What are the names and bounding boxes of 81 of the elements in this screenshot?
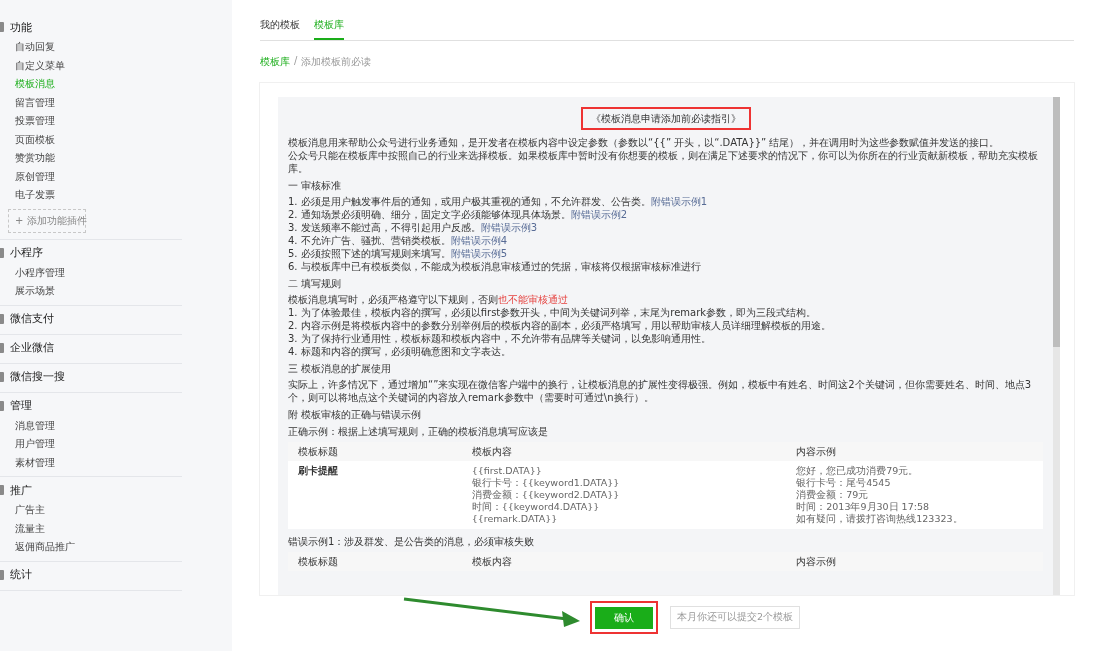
table-header: 内容示例 bbox=[786, 552, 1043, 571]
table-cell-line: 如有疑问，请拨打咨询热线123323。 bbox=[796, 513, 964, 525]
rule-item: 4. 标题和内容的撰写，必须明确意图和文字表达。 bbox=[288, 345, 512, 358]
section-icon bbox=[0, 371, 4, 382]
section-heading: 三 模板消息的扩展使用 bbox=[288, 362, 393, 375]
table-cell-line: 消费金额：79元 bbox=[796, 489, 870, 501]
example-caption: 错误示例1：涉及群发、是公告类的消息，必须审核失败 bbox=[288, 535, 536, 548]
section-icon bbox=[0, 569, 4, 580]
rule-item: 1. 必须是用户触发事件后的通知，或用户极其重视的通知，不允许群发、公告类。附错误示例1 bbox=[288, 195, 709, 208]
section-icon bbox=[0, 342, 4, 353]
sidebar-section-title[interactable]: 企业微信 bbox=[10, 340, 54, 355]
table-cell-line: {{remark.DATA}} bbox=[471, 513, 559, 525]
rule-item: 4. 不允许广告、骚扰、营销类模板。附错误示例4 bbox=[288, 234, 509, 247]
table-header: 模板内容 bbox=[461, 442, 787, 461]
section-icon bbox=[0, 247, 4, 258]
sidebar-item[interactable]: 小程序管理 bbox=[0, 263, 182, 282]
sidebar-item[interactable]: 自定义菜单 bbox=[0, 56, 182, 75]
table-cell-line: 银行卡号：尾号4545 bbox=[796, 477, 892, 489]
sidebar-section-title[interactable]: 微信搜一搜 bbox=[10, 369, 65, 384]
sidebar-item[interactable]: 赞赏功能 bbox=[0, 149, 182, 168]
sidebar-item[interactable]: 返佣商品推广 bbox=[0, 538, 182, 557]
table-cell-line: 您好，您已成功消费79元。 bbox=[796, 465, 920, 477]
table-header: 内容示例 bbox=[786, 442, 1043, 461]
guide-title: 《模板消息申请添加前必读指引》 bbox=[580, 107, 751, 130]
section-heading: 一 审核标准 bbox=[288, 179, 343, 192]
sidebar-item[interactable]: 投票管理 bbox=[0, 112, 182, 131]
section-icon bbox=[0, 313, 4, 324]
rule-item: 2. 通知场景必须明确、细分，固定文字必须能够体现具体场景。附错误示例2 bbox=[288, 208, 629, 221]
table-cell-line: {{first.DATA}} bbox=[471, 465, 543, 477]
example-link[interactable]: 附错误示例5 bbox=[450, 248, 508, 259]
table-cell-line: 消费金额：{{keyword2.DATA}} bbox=[471, 489, 621, 501]
example-link[interactable]: 附错误示例4 bbox=[450, 235, 508, 246]
sidebar-item[interactable]: 原创管理 bbox=[0, 167, 182, 186]
sidebar-section-title[interactable]: 管理 bbox=[10, 398, 32, 413]
table-cell-line: 刷卡提醒 bbox=[298, 465, 339, 477]
breadcrumb-separator: / bbox=[294, 55, 298, 68]
table-cell-line: 时间：2013年9月30日 17:58 bbox=[796, 501, 930, 513]
sidebar-item[interactable]: 电子发票 bbox=[0, 186, 182, 205]
rule-item: 2. 内容示例是将模板内容中的参数分别举例后的模板内容的副本，必须严格填写，用以帮助审核人员详细理解模板的用途。 bbox=[288, 319, 832, 332]
sidebar-item[interactable]: 用户管理 bbox=[0, 435, 182, 454]
rule-item: 3. 发送频率不能过高，不得引起用户反感。附错误示例3 bbox=[288, 221, 539, 234]
sidebar-section-title[interactable]: 微信支付 bbox=[10, 311, 54, 326]
tab[interactable]: 我的模板 bbox=[260, 12, 300, 40]
section-icon bbox=[0, 485, 4, 495]
breadcrumb-current: 添加模板前必读 bbox=[301, 55, 372, 69]
rule-item: 1. 为了体验最佳，模板内容的撰写，必须以first参数开头，中间为关键词列举，末尾为remark参数，即为三段式结构。 bbox=[288, 306, 818, 319]
table-cell-line: 银行卡号：{{keyword1.DATA}} bbox=[471, 477, 621, 489]
sidebar-item[interactable]: 素材管理 bbox=[0, 453, 182, 472]
table-cell-line: 时间：{{keyword4.DATA}} bbox=[471, 501, 601, 513]
rule-item: 3. 为了保持行业通用性，模板标题和模板内容中，不允许带有品牌等关键词，以免影响通用性。 bbox=[288, 332, 712, 345]
example-link[interactable]: 附错误示例3 bbox=[480, 222, 538, 233]
table-header: 模板标题 bbox=[288, 552, 462, 571]
sidebar-item[interactable]: 流量主 bbox=[0, 519, 182, 538]
example-link[interactable]: 附错误示例1 bbox=[650, 196, 708, 207]
sidebar-section-title[interactable]: 小程序 bbox=[10, 245, 43, 260]
sidebar-section-title[interactable]: 推广 bbox=[10, 482, 32, 498]
example-link[interactable]: 附错误示例2 bbox=[570, 209, 628, 220]
quota-note: 本月你还可以提交2个模板 bbox=[670, 606, 801, 629]
rule-lead: 模板消息填写时，必须严格遵守以下规则，否则也不能审核通过 bbox=[288, 293, 569, 306]
table-header: 模板标题 bbox=[288, 442, 462, 461]
paragraph: 实际上，许多情况下，通过增加“”来实现在微信客户端中的换行，让模板消息的扩展性变得极强。例如，模板中有姓名、时间这2个关键词，但你需要姓名、时间、地点3个，则可以将地点这个关键词的内容放入remark参数中（需要时可通过\n换行）。 bbox=[288, 378, 1033, 404]
intro-paragraph: 公众号只能在模板库中按照自己的行业来选择模板。如果模板库中暂时没有你想要的模板，则在满足下述要求的情况下，你可以为你所在的行业贡献新模板，帮助充实模板库。 bbox=[288, 149, 1039, 175]
section-icon bbox=[0, 400, 4, 411]
sidebar-item[interactable]: 消息管理 bbox=[0, 416, 182, 435]
table-header: 模板内容 bbox=[461, 552, 787, 571]
intro-paragraph: 模板消息用来帮助公众号进行业务通知，是开发者在模板内容中设定参数（参数以“{{” 开头，以“.DATA}}” 结尾），并在调用时为这些参数赋值并发送的接口。 bbox=[288, 136, 1001, 149]
add-plugin-button[interactable]: + 添加功能插件 bbox=[8, 208, 86, 233]
scrollbar[interactable] bbox=[1053, 97, 1060, 595]
section-heading: 附 模板审核的正确与错误示例 bbox=[288, 408, 423, 421]
section-icon bbox=[0, 22, 4, 32]
sidebar-section-title[interactable]: 功能 bbox=[10, 19, 32, 35]
example-caption: 正确示例：根据上述填写规则，正确的模板消息填写应该是 bbox=[288, 425, 549, 438]
sidebar-section-title[interactable]: 统计 bbox=[10, 567, 32, 582]
rule-item: 5. 必须按照下述的填写规则来填写。附错误示例5 bbox=[288, 247, 509, 260]
sidebar-item[interactable]: 页面模板 bbox=[0, 130, 182, 149]
sidebar-item[interactable]: 留言管理 bbox=[0, 93, 182, 112]
section-heading: 二 填写规则 bbox=[288, 277, 343, 290]
sidebar-item[interactable]: 广告主 bbox=[0, 501, 182, 520]
sidebar-item[interactable]: 自动回复 bbox=[0, 38, 182, 57]
sidebar-item[interactable]: 展示场景 bbox=[0, 282, 182, 301]
rule-item: 6. 与模板库中已有模板类似，不能成为模板消息审核通过的凭据，审核将仅根据审核标准进行 bbox=[288, 260, 702, 273]
